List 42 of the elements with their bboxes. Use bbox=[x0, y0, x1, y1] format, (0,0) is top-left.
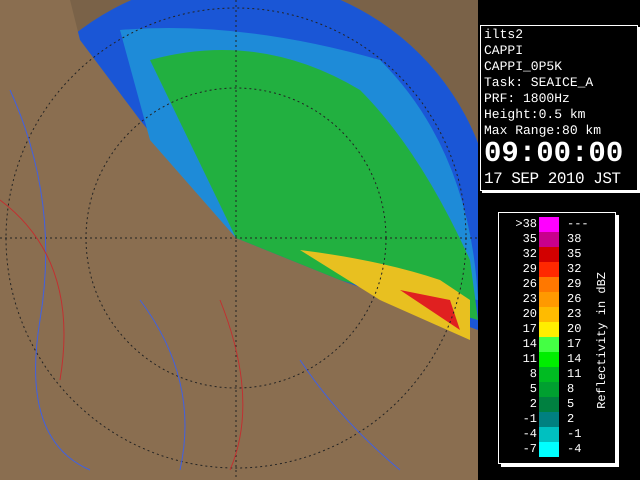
legend-high-label: -4 bbox=[566, 442, 582, 457]
legend-low-label: -4 bbox=[522, 427, 538, 442]
info-line: Height:0.5 km bbox=[484, 107, 586, 123]
legend-high-label: 11 bbox=[566, 367, 582, 382]
legend-high-label: 26 bbox=[566, 292, 582, 307]
info-line: Task: SEAICE_A bbox=[484, 75, 594, 91]
legend-high-label: 20 bbox=[566, 322, 582, 337]
legend-low-label: 26 bbox=[522, 277, 538, 292]
legend-title: Reflectivity in dBZ bbox=[594, 272, 610, 408]
legend-low-label: 20 bbox=[522, 307, 538, 322]
legend-high-label: 32 bbox=[566, 262, 582, 277]
legend-low-label: 32 bbox=[522, 247, 538, 262]
date-label: 17 SEP 2010 JST bbox=[484, 169, 622, 189]
legend-high-label: 17 bbox=[566, 337, 582, 352]
legend-high-label: 14 bbox=[566, 352, 582, 367]
legend-high-label: 29 bbox=[566, 277, 582, 292]
info-line: Max Range:80 km bbox=[484, 123, 602, 139]
info-line: CAPPI_0P5K bbox=[484, 59, 564, 75]
legend-high-label: 5 bbox=[566, 397, 576, 412]
legend-low-label: 11 bbox=[522, 352, 538, 367]
legend-low-label: -7 bbox=[522, 442, 538, 457]
legend-high-label: 35 bbox=[566, 247, 582, 262]
info-line: CAPPI bbox=[484, 43, 524, 59]
legend-high-label: --- bbox=[566, 217, 590, 232]
legend-high-label: -1 bbox=[566, 427, 582, 442]
legend-low-label: 23 bbox=[522, 292, 538, 307]
info-line: ilts2 bbox=[484, 27, 524, 43]
legend-low-label: 17 bbox=[522, 322, 538, 337]
legend-low-label: 14 bbox=[522, 337, 538, 352]
legend-low-label: 5 bbox=[528, 382, 538, 397]
time-label: 09:00:00 bbox=[484, 139, 624, 169]
info-line: PRF: 1800Hz bbox=[484, 91, 571, 107]
legend-high-label: 2 bbox=[566, 412, 576, 427]
legend-low-label: 2 bbox=[528, 397, 538, 412]
legend-low-label: >38 bbox=[514, 217, 538, 232]
legend-high-label: 38 bbox=[566, 232, 582, 247]
legend-low-label: 8 bbox=[528, 367, 538, 382]
legend-low-label: -1 bbox=[522, 412, 538, 427]
legend-low-label: 29 bbox=[522, 262, 538, 277]
legend-high-label: 23 bbox=[566, 307, 582, 322]
legend-low-label: 35 bbox=[522, 232, 538, 247]
legend-high-label: 8 bbox=[566, 382, 576, 397]
